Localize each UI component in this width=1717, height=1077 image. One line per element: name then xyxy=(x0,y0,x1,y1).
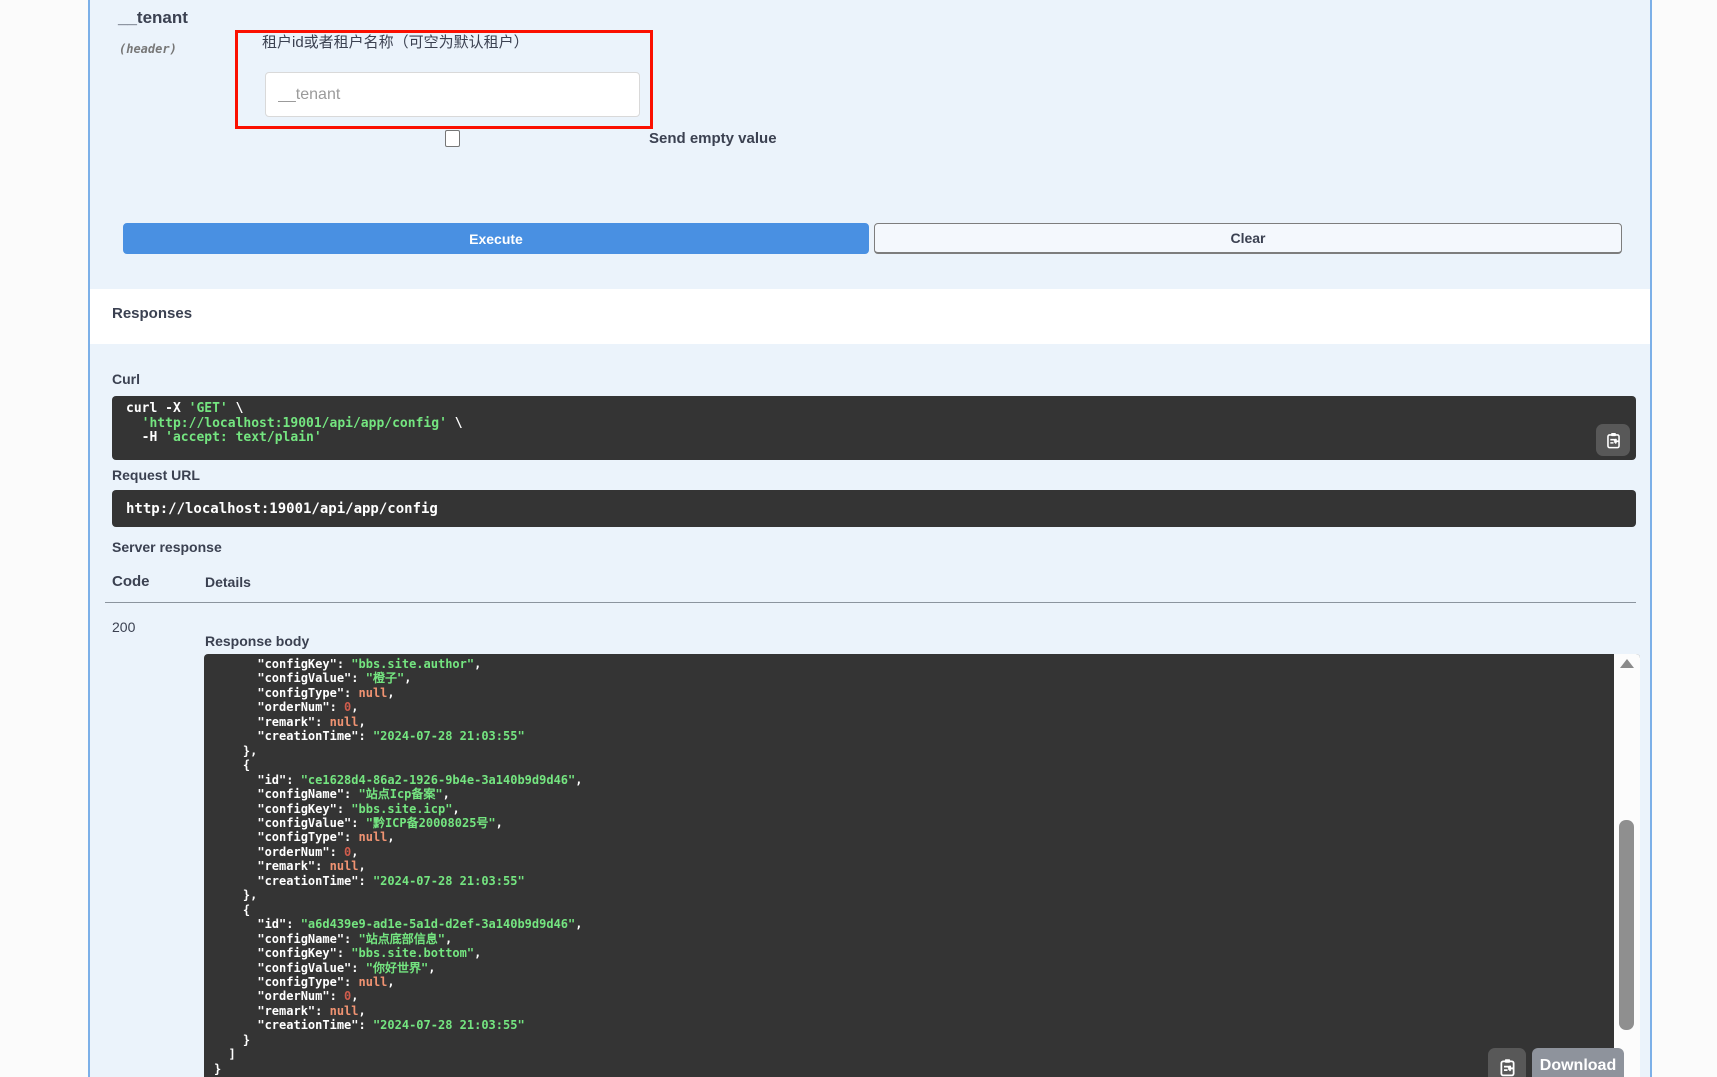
response-body-block: "configKey": "bbs.site.author", "configV… xyxy=(204,654,1640,1077)
response-body-json: "configKey": "bbs.site.author", "configV… xyxy=(214,657,582,1076)
send-empty-value-checkbox[interactable] xyxy=(445,130,460,147)
response-scrollbar[interactable] xyxy=(1614,654,1640,1077)
send-empty-value-label: Send empty value xyxy=(649,130,777,147)
response-table-divider xyxy=(105,602,1636,603)
clipboard-copy-icon xyxy=(1604,431,1623,450)
response-body-label: Response body xyxy=(205,633,309,649)
clipboard-copy-icon xyxy=(1497,1057,1518,1077)
scroll-up-arrow-icon[interactable] xyxy=(1620,659,1634,668)
request-url-block: http://localhost:19001/api/app/config xyxy=(112,490,1636,527)
curl-label: Curl xyxy=(112,371,140,387)
download-button[interactable]: Download xyxy=(1532,1048,1624,1077)
responses-section-title: Responses xyxy=(112,305,192,322)
details-column-header: Details xyxy=(205,574,251,590)
code-column-header: Code xyxy=(112,573,150,590)
clear-button[interactable]: Clear xyxy=(874,223,1622,254)
responses-section-header xyxy=(90,289,1650,344)
copy-curl-button[interactable] xyxy=(1596,424,1630,456)
copy-response-button[interactable] xyxy=(1488,1048,1526,1077)
execute-button[interactable]: Execute xyxy=(123,223,869,254)
parameter-location: (header) xyxy=(119,42,177,56)
annotation-box xyxy=(235,30,653,129)
request-url-value: http://localhost:19001/api/app/config xyxy=(126,501,438,517)
scrollbar-thumb[interactable] xyxy=(1619,820,1634,1030)
parameter-name: __tenant xyxy=(118,8,188,28)
curl-command: curl -X 'GET' \ 'http://localhost:19001/… xyxy=(126,402,463,446)
status-code: 200 xyxy=(112,619,135,635)
request-url-label: Request URL xyxy=(112,467,200,483)
swagger-ui-page: __tenant (header) 租户id或者租户名称（可空为默认租户） Se… xyxy=(0,0,1717,1077)
server-response-label: Server response xyxy=(112,539,222,555)
